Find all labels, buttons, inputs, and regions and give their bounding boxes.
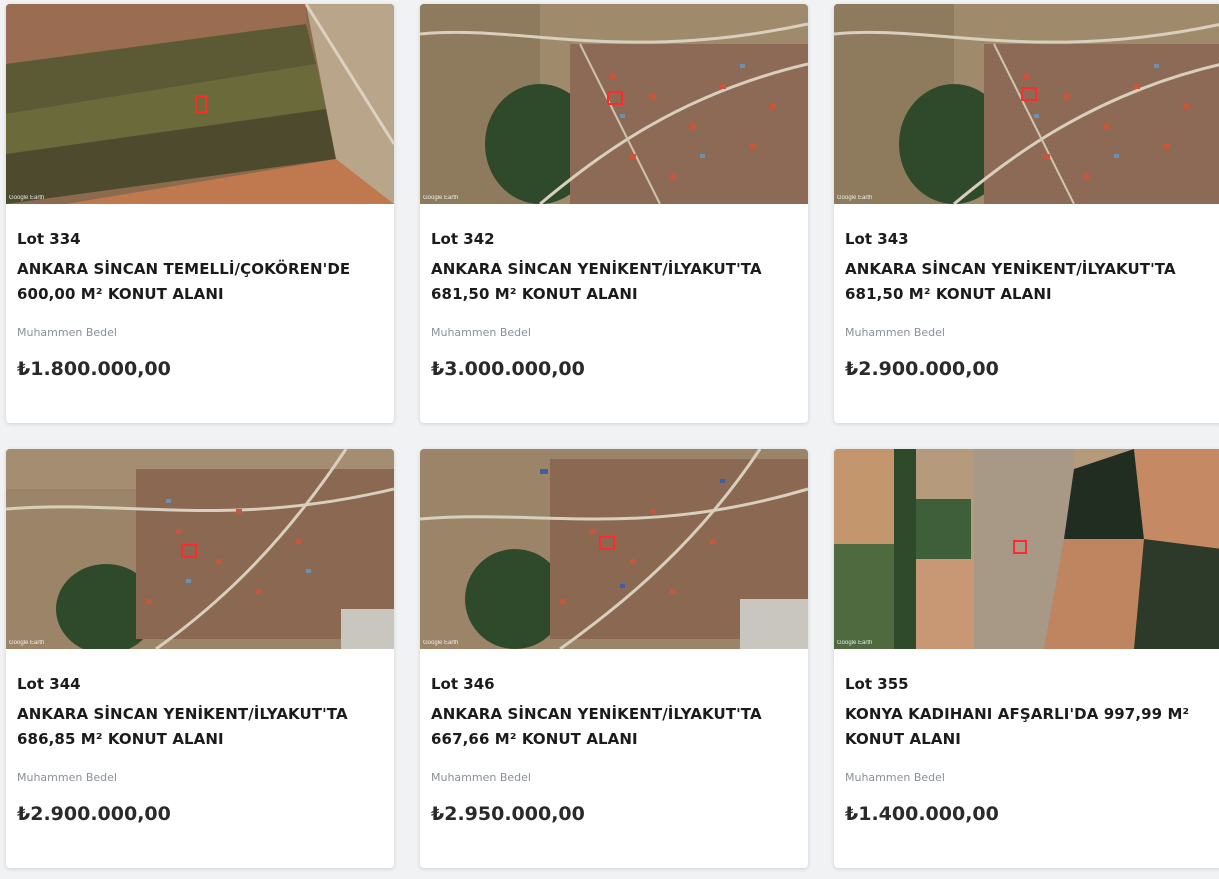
satellite-farmland-image[interactable]: Google Earth	[6, 4, 394, 204]
price-label: Muhammen Bedel	[845, 771, 945, 784]
price-label: Muhammen Bedel	[431, 771, 531, 784]
lot-title[interactable]: ANKARA SİNCAN YENİKENT/İLYAKUT'TA 681,50…	[845, 257, 1213, 307]
lot-price: ₺2.900.000,00	[845, 358, 999, 380]
satellite-fields-image[interactable]: Google Earth	[834, 449, 1219, 649]
google-earth-watermark: Google Earth	[423, 195, 459, 201]
lot-number: Lot 344	[17, 675, 81, 693]
lot-title[interactable]: ANKARA SİNCAN YENİKENT/İLYAKUT'TA 667,66…	[431, 702, 799, 752]
lot-price: ₺1.800.000,00	[17, 358, 171, 380]
google-earth-watermark: Google Earth	[9, 640, 45, 646]
satellite-village-image[interactable]: Google Earth	[834, 4, 1219, 204]
satellite-village-image[interactable]: Google Earth	[420, 449, 808, 649]
price-label: Muhammen Bedel	[431, 326, 531, 339]
lot-grid: Google Earth Lot 334 ANKARA SİNCAN TEMEL…	[0, 0, 1219, 879]
lot-card[interactable]: Google Earth Lot 346 ANKARA SİNCAN YENİK…	[420, 449, 808, 868]
google-earth-watermark: Google Earth	[837, 640, 873, 646]
lot-price: ₺2.900.000,00	[17, 803, 171, 825]
google-earth-watermark: Google Earth	[9, 195, 45, 201]
lot-price: ₺2.950.000,00	[431, 803, 585, 825]
lot-number: Lot 342	[431, 230, 495, 248]
google-earth-watermark: Google Earth	[423, 640, 459, 646]
lot-price: ₺1.400.000,00	[845, 803, 999, 825]
lot-title[interactable]: KONYA KADIHANI AFŞARLI'DA 997,99 M² KONU…	[845, 702, 1213, 752]
lot-number: Lot 343	[845, 230, 909, 248]
lot-title[interactable]: ANKARA SİNCAN YENİKENT/İLYAKUT'TA 681,50…	[431, 257, 799, 307]
price-label: Muhammen Bedel	[17, 771, 117, 784]
price-label: Muhammen Bedel	[845, 326, 945, 339]
satellite-village-image[interactable]: Google Earth	[6, 449, 394, 649]
lot-number: Lot 334	[17, 230, 81, 248]
lot-card[interactable]: Google Earth Lot 343 ANKARA SİNCAN YENİK…	[834, 4, 1219, 423]
lot-card[interactable]: Google Earth Lot 342 ANKARA SİNCAN YENİK…	[420, 4, 808, 423]
satellite-village-image[interactable]: Google Earth	[420, 4, 808, 204]
lot-number: Lot 355	[845, 675, 909, 693]
google-earth-watermark: Google Earth	[837, 195, 873, 201]
lot-number: Lot 346	[431, 675, 495, 693]
lot-title[interactable]: ANKARA SİNCAN TEMELLİ/ÇOKÖREN'DE 600,00 …	[17, 257, 385, 307]
lot-card[interactable]: Google Earth Lot 344 ANKARA SİNCAN YENİK…	[6, 449, 394, 868]
lot-price: ₺3.000.000,00	[431, 358, 585, 380]
lot-title[interactable]: ANKARA SİNCAN YENİKENT/İLYAKUT'TA 686,85…	[17, 702, 385, 752]
price-label: Muhammen Bedel	[17, 326, 117, 339]
lot-card[interactable]: Google Earth Lot 355 KONYA KADIHANI AFŞA…	[834, 449, 1219, 868]
lot-card[interactable]: Google Earth Lot 334 ANKARA SİNCAN TEMEL…	[6, 4, 394, 423]
